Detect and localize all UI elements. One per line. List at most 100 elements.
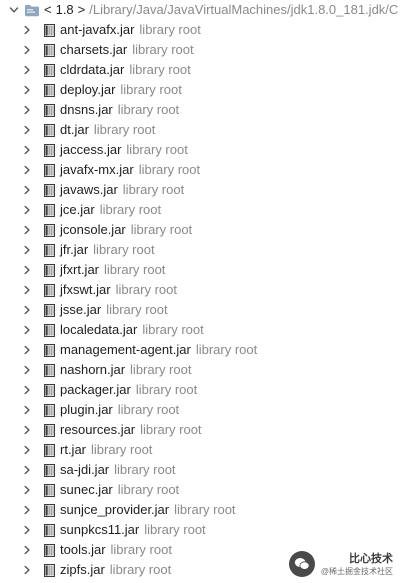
- chevron-right-icon[interactable]: [22, 405, 32, 415]
- jar-name: jfxswt.jar: [60, 282, 111, 297]
- tree-item-jar[interactable]: jsse.jar library root: [0, 300, 407, 320]
- header-gt: >: [77, 2, 86, 17]
- jar-name: dt.jar: [60, 122, 89, 137]
- library-root-tag: library root: [140, 422, 202, 437]
- tree-item-jar[interactable]: dt.jar library root: [0, 120, 407, 140]
- chevron-right-icon[interactable]: [22, 425, 32, 435]
- chevron-right-icon[interactable]: [22, 365, 32, 375]
- chevron-right-icon[interactable]: [22, 245, 32, 255]
- chevron-right-icon[interactable]: [22, 125, 32, 135]
- header-lt: <: [44, 2, 52, 17]
- tree-item-jar[interactable]: cldrdata.jar library root: [0, 60, 407, 80]
- chevron-right-icon[interactable]: [22, 445, 32, 455]
- tree-item-jar[interactable]: deploy.jar library root: [0, 80, 407, 100]
- jar-archive-icon: [44, 123, 55, 137]
- chevron-right-icon[interactable]: [22, 285, 32, 295]
- chevron-right-icon[interactable]: [22, 85, 32, 95]
- tree-item-jar[interactable]: jfxrt.jar library root: [0, 260, 407, 280]
- library-root-tag: library root: [106, 302, 168, 317]
- tree-item-jar[interactable]: localedata.jar library root: [0, 320, 407, 340]
- jar-name: management-agent.jar: [60, 342, 191, 357]
- library-node-header[interactable]: < 1.8 > /Library/Java/JavaVirtualMachine…: [0, 0, 407, 20]
- chevron-right-icon[interactable]: [22, 25, 32, 35]
- jar-name: plugin.jar: [60, 402, 113, 417]
- library-root-tag: library root: [114, 462, 176, 477]
- tree-item-jar[interactable]: javafx-mx.jar library root: [0, 160, 407, 180]
- library-root-tag: library root: [135, 382, 198, 397]
- library-root-tag: library root: [142, 322, 204, 337]
- jar-archive-icon: [44, 163, 55, 177]
- chevron-right-icon[interactable]: [22, 305, 32, 315]
- tree-item-jar[interactable]: packager.jar library root: [0, 380, 407, 400]
- tree-item-jar[interactable]: sunec.jar library root: [0, 480, 407, 500]
- jar-name: ant-javafx.jar: [60, 22, 135, 37]
- chevron-right-icon[interactable]: [22, 145, 32, 155]
- chevron-right-icon[interactable]: [22, 65, 32, 75]
- jar-archive-icon: [44, 523, 55, 537]
- tree-item-jar[interactable]: jconsole.jar library root: [0, 220, 407, 240]
- jar-name: jfr.jar: [60, 242, 89, 257]
- tree-item-jar[interactable]: management-agent.jar library root: [0, 340, 407, 360]
- jar-archive-icon: [44, 63, 55, 77]
- chevron-right-icon[interactable]: [22, 105, 32, 115]
- chevron-right-icon[interactable]: [22, 385, 32, 395]
- jar-name: dnsns.jar: [60, 102, 113, 117]
- chevron-right-icon[interactable]: [22, 165, 32, 175]
- tree-item-jar[interactable]: jfxswt.jar library root: [0, 280, 407, 300]
- jar-archive-icon: [44, 183, 55, 197]
- jar-archive-icon: [44, 143, 55, 157]
- jar-archive-icon: [44, 363, 55, 377]
- library-root-tag: library root: [99, 202, 162, 217]
- library-root-tag: library root: [174, 502, 236, 517]
- chevron-right-icon[interactable]: [22, 505, 32, 515]
- chevron-right-icon[interactable]: [22, 565, 32, 575]
- jar-name: javafx-mx.jar: [60, 162, 134, 177]
- jar-archive-icon: [44, 323, 55, 337]
- tree-item-jar[interactable]: javaws.jar library root: [0, 180, 407, 200]
- jar-name: jfxrt.jar: [60, 262, 99, 277]
- jdk-version-label: 1.8: [55, 2, 74, 17]
- chevron-right-icon[interactable]: [22, 545, 32, 555]
- library-root-tag: library root: [115, 282, 177, 297]
- jar-name: jaccess.jar: [60, 142, 122, 157]
- chevron-right-icon[interactable]: [22, 325, 32, 335]
- chevron-right-icon[interactable]: [22, 485, 32, 495]
- tree-item-jar[interactable]: ant-javafx.jar library root: [0, 20, 407, 40]
- library-root-tag: library root: [132, 42, 194, 57]
- chevron-down-icon[interactable]: [9, 5, 19, 15]
- chevron-right-icon[interactable]: [22, 525, 32, 535]
- jar-name: packager.jar: [60, 382, 131, 397]
- tree-item-jar[interactable]: nashorn.jar library root: [0, 360, 407, 380]
- library-root-tag: library root: [126, 142, 188, 157]
- chevron-right-icon[interactable]: [22, 45, 32, 55]
- jar-name: sunec.jar: [60, 482, 113, 497]
- chevron-right-icon[interactable]: [22, 345, 32, 355]
- library-folder-icon: [24, 4, 40, 17]
- tree-item-jar[interactable]: plugin.jar library root: [0, 400, 407, 420]
- jar-name: sunpkcs11.jar: [60, 522, 140, 537]
- watermark-title: 比心技术: [349, 553, 393, 565]
- library-root-tag: library root: [195, 342, 258, 357]
- tree-item-jar[interactable]: jaccess.jar library root: [0, 140, 407, 160]
- chevron-right-icon[interactable]: [22, 465, 32, 475]
- tree-item-jar[interactable]: sa-jdi.jar library root: [0, 460, 407, 480]
- library-root-tag: library root: [117, 482, 180, 497]
- jar-name: javaws.jar: [60, 182, 118, 197]
- tree-item-jar[interactable]: charsets.jar library root: [0, 40, 407, 60]
- jar-archive-icon: [44, 243, 55, 257]
- library-root-tag: library root: [117, 402, 180, 417]
- chevron-right-icon[interactable]: [22, 185, 32, 195]
- tree-item-jar[interactable]: resources.jar library root: [0, 420, 407, 440]
- library-root-tag: library root: [130, 362, 192, 377]
- chevron-right-icon[interactable]: [22, 265, 32, 275]
- tree-item-jar[interactable]: dnsns.jar library root: [0, 100, 407, 120]
- tree-item-jar[interactable]: sunjce_provider.jar library root: [0, 500, 407, 520]
- tree-item-jar[interactable]: jce.jar library root: [0, 200, 407, 220]
- chevron-right-icon[interactable]: [22, 225, 32, 235]
- library-root-tag: library root: [93, 242, 155, 257]
- watermark-text: 比心技术 @稀土掘金技术社区: [321, 550, 393, 577]
- tree-item-jar[interactable]: jfr.jar library root: [0, 240, 407, 260]
- tree-item-jar[interactable]: sunpkcs11.jar library root: [0, 520, 407, 540]
- tree-item-jar[interactable]: rt.jar library root: [0, 440, 407, 460]
- chevron-right-icon[interactable]: [22, 205, 32, 215]
